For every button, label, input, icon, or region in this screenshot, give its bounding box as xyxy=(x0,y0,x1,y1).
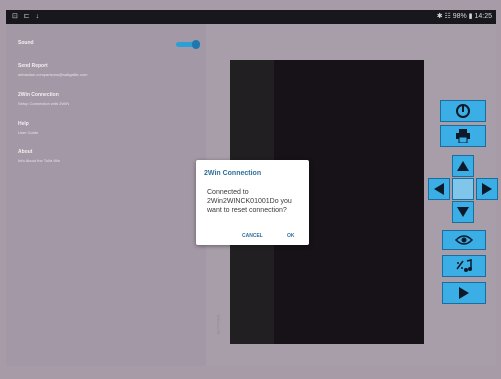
print-button[interactable] xyxy=(440,125,486,147)
drawer-item-send-report[interactable]: Send Report sebastian.comparisons@saltga… xyxy=(18,63,87,77)
drawer-item-sound[interactable]: Sound xyxy=(18,40,34,46)
arrow-up-icon xyxy=(457,161,469,171)
settings-drawer: Sound Send Report sebastian.comparisons@… xyxy=(6,24,207,366)
audio-button[interactable] xyxy=(442,255,486,277)
drawer-item-title: 2Win Connection xyxy=(18,92,59,98)
status-bar: ⊡ ⊏ ↓ ✱ ☷ 98% ▮ 14:25 xyxy=(6,10,496,24)
dialog-message: Connected to 2Win2WINCK01001Do you want … xyxy=(207,189,292,214)
arrow-right-icon xyxy=(482,183,492,195)
drawer-item-help[interactable]: Help User Guide xyxy=(18,121,38,135)
dpad-center xyxy=(452,178,474,200)
tablet-screen: ⊡ ⊏ ↓ ✱ ☷ 98% ▮ 14:25 Sound Send Report … xyxy=(0,0,501,379)
dialog-ok-button[interactable]: OK xyxy=(287,233,295,239)
power-button[interactable] xyxy=(440,100,486,122)
music-note-icon xyxy=(455,259,473,273)
sound-toggle[interactable] xyxy=(176,40,200,49)
connection-dialog: 2Win Connection Connected to 2Win2WINCK0… xyxy=(196,160,309,245)
drawer-item-2win-connection[interactable]: 2Win Connection Setup Connection with 2W… xyxy=(18,92,69,106)
toggle-knob xyxy=(192,40,200,49)
arrow-left-button[interactable] xyxy=(428,178,450,200)
arrow-down-button[interactable] xyxy=(452,201,474,223)
drawer-item-subtitle: User Guide xyxy=(18,130,39,135)
drawer-item-title: About xyxy=(18,149,33,155)
drawer-item-title: Send Report xyxy=(18,63,48,69)
play-button[interactable] xyxy=(442,282,486,304)
status-bar-left-icons: ⊡ ⊏ ↓ xyxy=(12,13,42,20)
status-bar-right-info: ✱ ☷ 98% ▮ 14:25 xyxy=(436,13,492,20)
drawer-item-subtitle: Info About the Tulla Win xyxy=(18,158,61,163)
drawer-item-title: Sound xyxy=(18,40,34,46)
arrow-right-button[interactable] xyxy=(476,178,498,200)
preview-vertical-label: SETTINGS xyxy=(215,314,221,335)
power-icon xyxy=(455,103,471,119)
eye-icon xyxy=(455,235,473,245)
dialog-title: 2Win Connection xyxy=(204,170,262,177)
drawer-item-about[interactable]: About Info About the Tulla Win xyxy=(18,149,60,163)
view-button[interactable] xyxy=(442,230,486,250)
printer-icon xyxy=(455,129,471,143)
play-icon xyxy=(459,287,469,299)
arrow-up-button[interactable] xyxy=(452,155,474,177)
arrow-down-icon xyxy=(457,207,469,217)
drawer-item-subtitle: sebastian.comparisons@saltgalite.com xyxy=(18,72,88,77)
drawer-item-title: Help xyxy=(18,121,29,127)
dialog-cancel-button[interactable]: CANCEL xyxy=(242,233,263,239)
drawer-item-subtitle: Setup Connection with 2WIN xyxy=(18,101,70,106)
arrow-left-icon xyxy=(434,183,444,195)
